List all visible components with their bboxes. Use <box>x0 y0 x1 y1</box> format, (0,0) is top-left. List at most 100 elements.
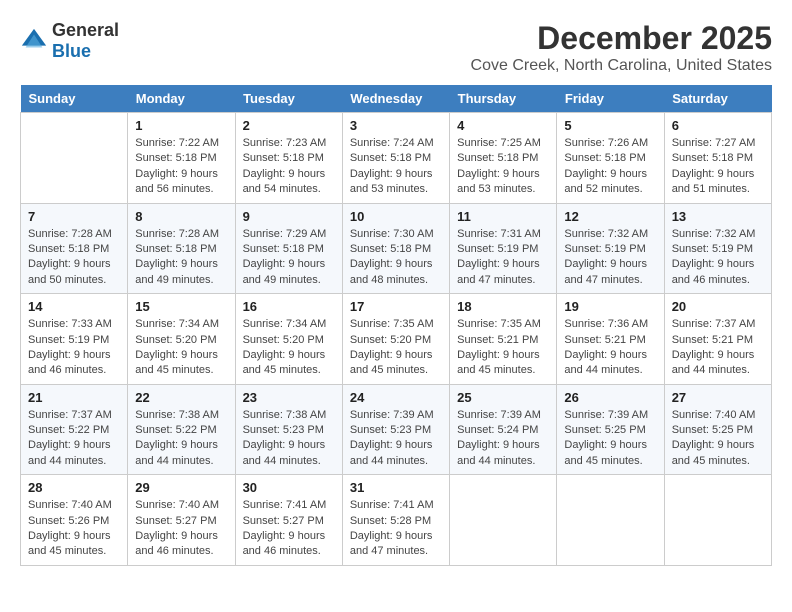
cell-w1-d2: 1 Sunrise: 7:22 AM Sunset: 5:18 PM Daylig… <box>128 113 235 204</box>
day-number: 15 <box>135 299 227 314</box>
day-number: 3 <box>350 118 442 133</box>
cell-w4-d6: 26Sunrise: 7:39 AM Sunset: 5:25 PM Dayli… <box>557 384 664 475</box>
cell-w2-d7: 13 Sunrise: 7:32 AM Sunset: 5:19 PM Dayli… <box>664 203 771 294</box>
cell-w5-d1: 28Sunrise: 7:40 AM Sunset: 5:26 PM Dayli… <box>21 475 128 566</box>
logo-general: General <box>52 20 119 40</box>
cell-w4-d1: 21 Sunrise: 7:37 AM Sunset: 5:22 PM Dayli… <box>21 384 128 475</box>
header-saturday: Saturday <box>664 85 771 113</box>
logo: General Blue <box>20 20 119 62</box>
calendar-table: SundayMondayTuesdayWednesdayThursdayFrid… <box>20 85 772 566</box>
cell-w1-d6: 5Sunrise: 7:26 AM Sunset: 5:18 PM Daylig… <box>557 113 664 204</box>
header-thursday: Thursday <box>450 85 557 113</box>
day-detail: Sunrise: 7:35 AM Sunset: 5:20 PM Dayligh… <box>350 317 442 379</box>
day-number: 14 <box>28 299 120 314</box>
header-wednesday: Wednesday <box>342 85 449 113</box>
day-number: 17 <box>350 299 442 314</box>
day-detail: Sunrise: 7:39 AM Sunset: 5:25 PM Dayligh… <box>564 408 656 470</box>
logo-icon <box>20 27 48 55</box>
day-number: 6 <box>672 118 764 133</box>
day-detail: Sunrise: 7:29 AM Sunset: 5:18 PM Dayligh… <box>243 227 335 289</box>
cell-w2-d4: 10Sunrise: 7:30 AM Sunset: 5:18 PM Dayli… <box>342 203 449 294</box>
weekday-header-row: SundayMondayTuesdayWednesdayThursdayFrid… <box>21 85 772 113</box>
week-row-2: 7Sunrise: 7:28 AM Sunset: 5:18 PM Daylig… <box>21 203 772 294</box>
day-detail: Sunrise: 7:36 AM Sunset: 5:21 PM Dayligh… <box>564 317 656 379</box>
day-detail: Sunrise: 7:38 AM Sunset: 5:23 PM Dayligh… <box>243 408 335 470</box>
day-detail: Sunrise: 7:28 AM Sunset: 5:18 PM Dayligh… <box>135 227 227 289</box>
day-detail: Sunrise: 7:32 AM Sunset: 5:19 PM Dayligh… <box>564 227 656 289</box>
day-number: 30 <box>243 480 335 495</box>
cell-w3-d4: 17 Sunrise: 7:35 AM Sunset: 5:20 PM Dayli… <box>342 294 449 385</box>
week-row-1: 1 Sunrise: 7:22 AM Sunset: 5:18 PM Daylig… <box>21 113 772 204</box>
day-number: 2 <box>243 118 335 133</box>
cell-w1-d7: 6Sunrise: 7:27 AM Sunset: 5:18 PM Daylig… <box>664 113 771 204</box>
header-friday: Friday <box>557 85 664 113</box>
day-detail: Sunrise: 7:34 AM Sunset: 5:20 PM Dayligh… <box>243 317 335 379</box>
day-number: 12 <box>564 209 656 224</box>
cell-w4-d2: 22 Sunrise: 7:38 AM Sunset: 5:22 PM Dayli… <box>128 384 235 475</box>
week-row-4: 21 Sunrise: 7:37 AM Sunset: 5:22 PM Dayli… <box>21 384 772 475</box>
day-number: 4 <box>457 118 549 133</box>
day-number: 16 <box>243 299 335 314</box>
cell-w3-d6: 19 Sunrise: 7:36 AM Sunset: 5:21 PM Dayli… <box>557 294 664 385</box>
header-tuesday: Tuesday <box>235 85 342 113</box>
day-number: 21 <box>28 390 120 405</box>
day-detail: Sunrise: 7:23 AM Sunset: 5:18 PM Dayligh… <box>243 136 335 198</box>
cell-w2-d5: 11Sunrise: 7:31 AM Sunset: 5:19 PM Dayli… <box>450 203 557 294</box>
day-detail: Sunrise: 7:37 AM Sunset: 5:21 PM Dayligh… <box>672 317 764 379</box>
day-number: 20 <box>672 299 764 314</box>
cell-w3-d2: 15Sunrise: 7:34 AM Sunset: 5:20 PM Dayli… <box>128 294 235 385</box>
cell-w5-d6 <box>557 475 664 566</box>
day-number: 22 <box>135 390 227 405</box>
cell-w5-d2: 29 Sunrise: 7:40 AM Sunset: 5:27 PM Dayli… <box>128 475 235 566</box>
cell-w5-d3: 30 Sunrise: 7:41 AM Sunset: 5:27 PM Dayli… <box>235 475 342 566</box>
logo-blue: Blue <box>52 41 91 61</box>
day-number: 25 <box>457 390 549 405</box>
day-detail: Sunrise: 7:24 AM Sunset: 5:18 PM Dayligh… <box>350 136 442 198</box>
cell-w4-d7: 27Sunrise: 7:40 AM Sunset: 5:25 PM Dayli… <box>664 384 771 475</box>
cell-w3-d7: 20 Sunrise: 7:37 AM Sunset: 5:21 PM Dayli… <box>664 294 771 385</box>
main-title: December 2025 <box>471 20 772 57</box>
day-detail: Sunrise: 7:38 AM Sunset: 5:22 PM Dayligh… <box>135 408 227 470</box>
day-detail: Sunrise: 7:40 AM Sunset: 5:27 PM Dayligh… <box>135 498 227 560</box>
day-detail: Sunrise: 7:41 AM Sunset: 5:27 PM Dayligh… <box>243 498 335 560</box>
day-number: 23 <box>243 390 335 405</box>
day-number: 13 <box>672 209 764 224</box>
day-detail: Sunrise: 7:30 AM Sunset: 5:18 PM Dayligh… <box>350 227 442 289</box>
cell-w2-d3: 9 Sunrise: 7:29 AM Sunset: 5:18 PM Daylig… <box>235 203 342 294</box>
day-number: 29 <box>135 480 227 495</box>
cell-w3-d1: 14 Sunrise: 7:33 AM Sunset: 5:19 PM Dayli… <box>21 294 128 385</box>
day-number: 8 <box>135 209 227 224</box>
cell-w3-d3: 16 Sunrise: 7:34 AM Sunset: 5:20 PM Dayli… <box>235 294 342 385</box>
cell-w3-d5: 18Sunrise: 7:35 AM Sunset: 5:21 PM Dayli… <box>450 294 557 385</box>
cell-w5-d7 <box>664 475 771 566</box>
cell-w1-d1 <box>21 113 128 204</box>
day-detail: Sunrise: 7:37 AM Sunset: 5:22 PM Dayligh… <box>28 408 120 470</box>
day-number: 27 <box>672 390 764 405</box>
subtitle: Cove Creek, North Carolina, United State… <box>471 57 772 75</box>
day-number: 31 <box>350 480 442 495</box>
day-detail: Sunrise: 7:32 AM Sunset: 5:19 PM Dayligh… <box>672 227 764 289</box>
day-detail: Sunrise: 7:33 AM Sunset: 5:19 PM Dayligh… <box>28 317 120 379</box>
title-area: December 2025 Cove Creek, North Carolina… <box>471 20 772 75</box>
day-number: 9 <box>243 209 335 224</box>
day-detail: Sunrise: 7:28 AM Sunset: 5:18 PM Dayligh… <box>28 227 120 289</box>
cell-w4-d3: 23 Sunrise: 7:38 AM Sunset: 5:23 PM Dayli… <box>235 384 342 475</box>
cell-w1-d4: 3 Sunrise: 7:24 AM Sunset: 5:18 PM Daylig… <box>342 113 449 204</box>
day-number: 1 <box>135 118 227 133</box>
cell-w4-d5: 25 Sunrise: 7:39 AM Sunset: 5:24 PM Dayli… <box>450 384 557 475</box>
day-number: 28 <box>28 480 120 495</box>
day-number: 18 <box>457 299 549 314</box>
day-detail: Sunrise: 7:22 AM Sunset: 5:18 PM Dayligh… <box>135 136 227 198</box>
day-number: 19 <box>564 299 656 314</box>
cell-w2-d1: 7Sunrise: 7:28 AM Sunset: 5:18 PM Daylig… <box>21 203 128 294</box>
day-detail: Sunrise: 7:39 AM Sunset: 5:24 PM Dayligh… <box>457 408 549 470</box>
header: General Blue December 2025 Cove Creek, N… <box>20 20 772 75</box>
week-row-5: 28Sunrise: 7:40 AM Sunset: 5:26 PM Dayli… <box>21 475 772 566</box>
day-number: 24 <box>350 390 442 405</box>
header-sunday: Sunday <box>21 85 128 113</box>
cell-w2-d2: 8 Sunrise: 7:28 AM Sunset: 5:18 PM Daylig… <box>128 203 235 294</box>
logo-text: General Blue <box>52 20 119 62</box>
day-detail: Sunrise: 7:39 AM Sunset: 5:23 PM Dayligh… <box>350 408 442 470</box>
day-detail: Sunrise: 7:41 AM Sunset: 5:28 PM Dayligh… <box>350 498 442 560</box>
day-number: 11 <box>457 209 549 224</box>
